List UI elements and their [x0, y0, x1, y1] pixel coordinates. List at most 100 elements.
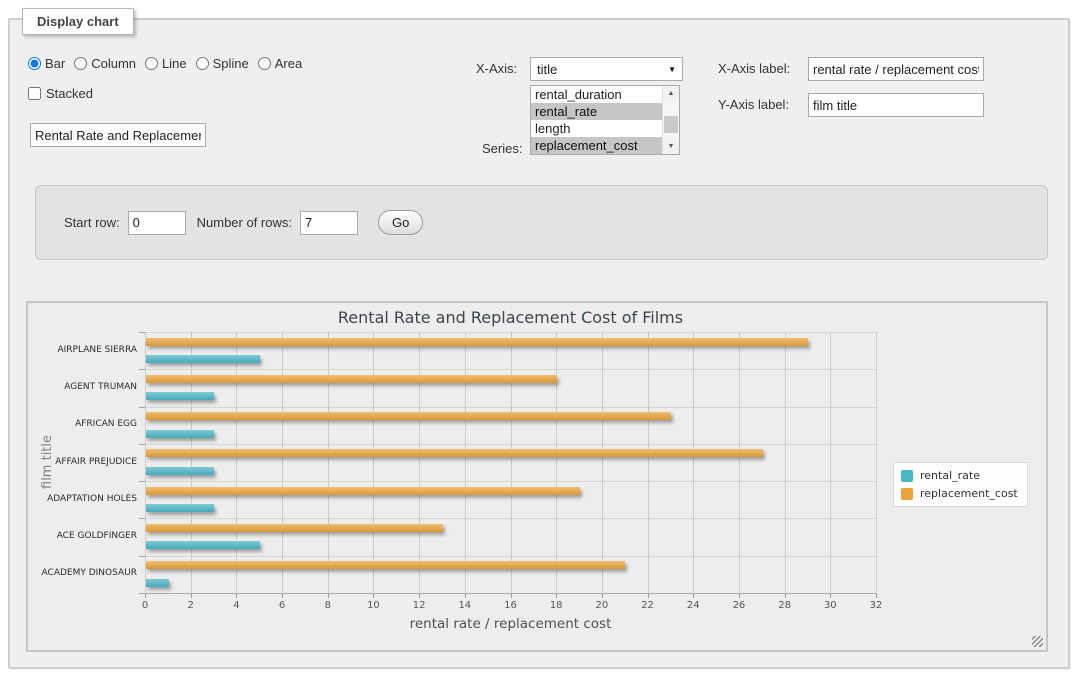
- x-tick-label: 4: [221, 600, 251, 611]
- gridline: [328, 332, 329, 593]
- x-tick-label: 10: [358, 600, 388, 611]
- legend-label: rental_rate: [920, 469, 980, 482]
- scrollbar-thumb[interactable]: [664, 116, 678, 133]
- scroll-down-icon[interactable]: ▼: [663, 139, 679, 154]
- gridline: [511, 332, 512, 593]
- category-label: AGENT TRUMAN: [28, 382, 137, 392]
- bar-rental_rate[interactable]: [146, 392, 214, 400]
- bar-rental_rate[interactable]: [146, 355, 260, 363]
- num-rows-label: Number of rows:: [197, 215, 292, 230]
- x-tick-label: 26: [724, 600, 754, 611]
- x-axis-selected-value: title: [537, 62, 664, 77]
- chart-type-label: Column: [91, 56, 136, 71]
- dropdown-caret-icon: ▼: [668, 65, 676, 74]
- tick-mark: [139, 481, 145, 482]
- gridline: [876, 332, 877, 593]
- x-tick-label: 6: [267, 600, 297, 611]
- tick-mark: [139, 369, 145, 370]
- stacked-option: Stacked: [28, 86, 93, 101]
- gridline: [830, 332, 831, 593]
- x-tick-label: 14: [450, 600, 480, 611]
- chart-type-radio-line[interactable]: [145, 57, 158, 70]
- category-label: AFRICAN EGG: [28, 419, 137, 429]
- legend-item-replacement_cost[interactable]: replacement_cost: [901, 487, 1018, 500]
- tick-mark: [139, 518, 145, 519]
- num-rows-input[interactable]: [300, 211, 358, 235]
- category-label: AIRPLANE SIERRA: [28, 345, 137, 355]
- fieldset-legend: Display chart: [22, 8, 134, 35]
- chart-type-label: Bar: [45, 56, 65, 71]
- gridline: [282, 332, 283, 593]
- gridline: [648, 332, 649, 593]
- y-axis-label-input[interactable]: [808, 93, 984, 117]
- chart-type-radio-area[interactable]: [258, 57, 271, 70]
- x-tick-label: 30: [815, 600, 845, 611]
- gridline: [145, 332, 146, 593]
- x-tick-label: 12: [404, 600, 434, 611]
- tick-mark: [139, 332, 145, 333]
- go-button[interactable]: Go: [378, 210, 423, 235]
- bar-rental_rate[interactable]: [146, 430, 214, 438]
- chart-title-input[interactable]: [30, 123, 206, 147]
- legend-label: replacement_cost: [920, 487, 1018, 500]
- bar-replacement_cost[interactable]: [146, 524, 443, 532]
- bar-replacement_cost[interactable]: [146, 412, 671, 420]
- gridline: [373, 332, 374, 593]
- chart-type-option-line: Line: [145, 56, 187, 71]
- chart-type-label: Spline: [213, 56, 249, 71]
- legend-swatch-icon: [901, 470, 913, 482]
- x-tick-label: 20: [587, 600, 617, 611]
- bar-replacement_cost[interactable]: [146, 375, 557, 383]
- series-option-length[interactable]: length: [531, 120, 662, 137]
- series-option-replacement_cost[interactable]: replacement_cost: [531, 137, 662, 154]
- category-label: AFFAIR PREJUDICE: [28, 457, 137, 467]
- tick-mark: [139, 407, 145, 408]
- tick-mark: [139, 444, 145, 445]
- stacked-checkbox[interactable]: [28, 87, 41, 100]
- bar-rental_rate[interactable]: [146, 541, 260, 549]
- bar-rental_rate[interactable]: [146, 579, 169, 587]
- legend-item-rental_rate[interactable]: rental_rate: [901, 469, 1018, 482]
- chart-type-radio-column[interactable]: [74, 57, 87, 70]
- bar-replacement_cost[interactable]: [146, 561, 625, 569]
- bar-replacement_cost[interactable]: [146, 487, 580, 495]
- x-axis-select[interactable]: title ▼: [530, 57, 683, 81]
- chart-title: Rental Rate and Replacement Cost of Film…: [145, 308, 876, 327]
- chart-type-radio-bar[interactable]: [28, 57, 41, 70]
- chart-type-label: Line: [162, 56, 187, 71]
- tick-mark: [139, 593, 145, 594]
- start-row-input[interactable]: [128, 211, 186, 235]
- x-tick-label: 32: [861, 600, 891, 611]
- category-label: ACE GOLDFINGER: [28, 531, 137, 541]
- chart-type-group: Bar Column Line Spline Area: [28, 56, 311, 73]
- chart-type-option-spline: Spline: [196, 56, 249, 71]
- bar-rental_rate[interactable]: [146, 504, 214, 512]
- gridline: [236, 332, 237, 593]
- series-option-rental_duration[interactable]: rental_duration: [531, 86, 662, 103]
- x-tick-label: 18: [541, 600, 571, 611]
- bar-rental_rate[interactable]: [146, 467, 214, 475]
- gridline: [191, 332, 192, 593]
- series-option-rental_rate[interactable]: rental_rate: [531, 103, 662, 120]
- chart-type-radio-spline[interactable]: [196, 57, 209, 70]
- x-tick-label: 8: [313, 600, 343, 611]
- x-axis-label-input[interactable]: [808, 57, 984, 81]
- start-row-label: Start row:: [64, 215, 120, 230]
- series-select-label: Series:: [482, 141, 522, 156]
- display-chart-fieldset: Display chart BarColumnLineSplineArea St…: [8, 18, 1070, 669]
- tick-mark: [139, 556, 145, 557]
- x-tick-label: 22: [633, 600, 663, 611]
- scroll-up-icon[interactable]: ▲: [663, 86, 679, 101]
- bar-replacement_cost[interactable]: [146, 338, 808, 346]
- category-label: ACADEMY DINOSAUR: [28, 568, 137, 578]
- legend-swatch-icon: [901, 488, 913, 500]
- chart-type-label: Area: [275, 56, 302, 71]
- x-axis-label-caption: X-Axis label:: [718, 61, 790, 76]
- resize-handle-icon[interactable]: [1032, 636, 1043, 647]
- x-tick-label: 24: [678, 600, 708, 611]
- bar-replacement_cost[interactable]: [146, 449, 763, 457]
- x-tick-label: 16: [496, 600, 526, 611]
- series-listbox[interactable]: rental_durationrental_ratelengthreplacem…: [530, 85, 680, 155]
- series-scrollbar[interactable]: ▲ ▼: [662, 86, 679, 154]
- chart-type-option-bar: Bar: [28, 56, 65, 71]
